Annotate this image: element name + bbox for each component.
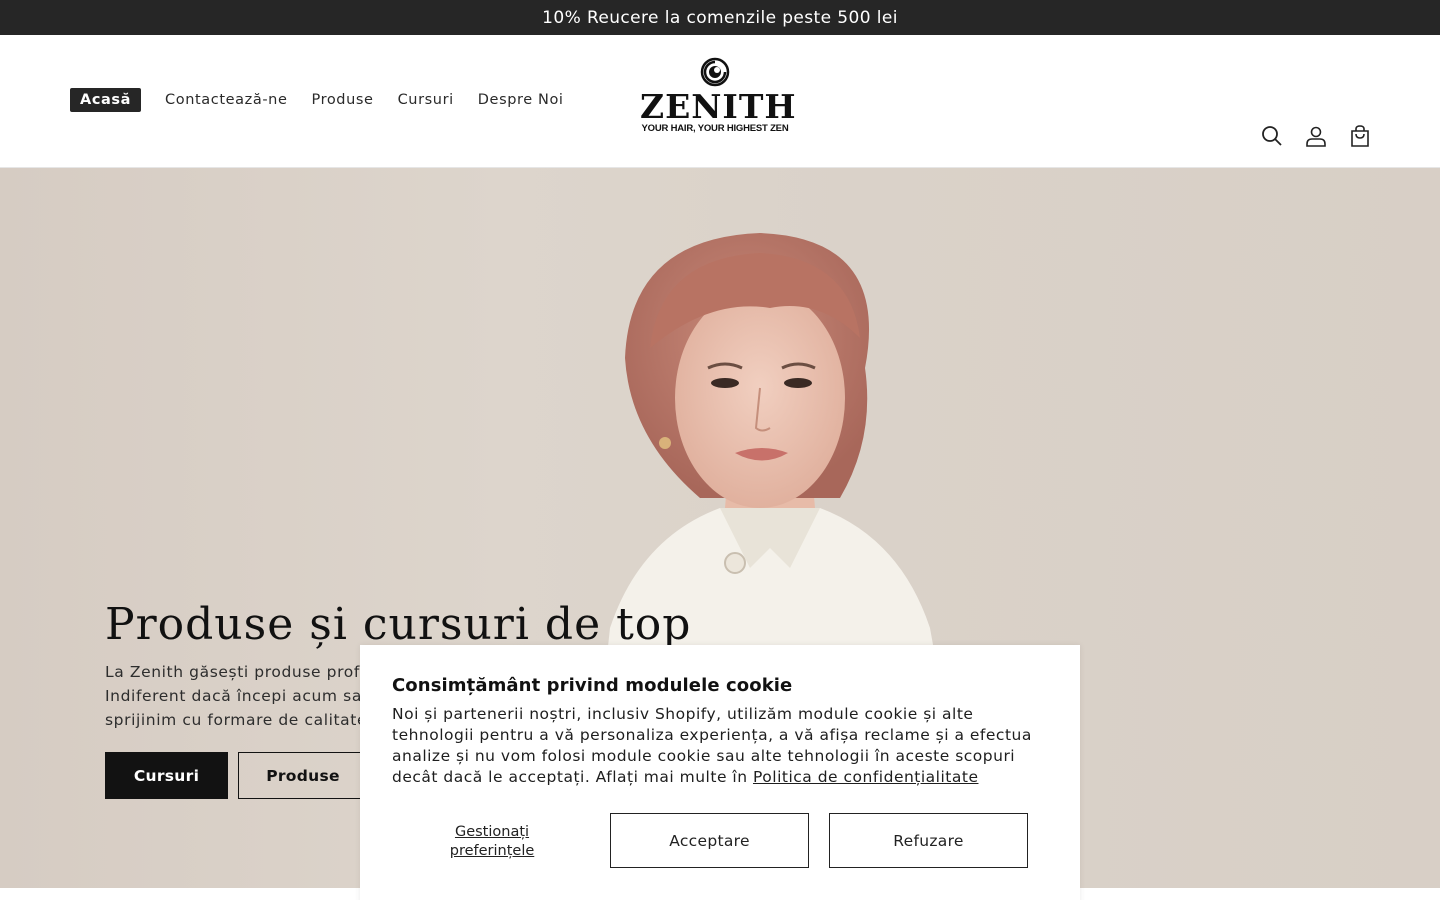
- account-icon[interactable]: [1304, 124, 1328, 148]
- privacy-policy-link[interactable]: Politica de confidențialitate: [753, 768, 979, 786]
- cookie-consent-dialog: Consimțământ privind modulele cookie Noi…: [360, 645, 1080, 900]
- hero-description: La Zenith găsești produse profe Indifere…: [105, 660, 365, 732]
- nav-item-courses[interactable]: Cursuri: [398, 92, 454, 108]
- logo-wordmark: ZENITH: [640, 87, 797, 126]
- site-header: Acasă Contactează-ne Produse Cursuri Des…: [0, 35, 1440, 168]
- hero-line: La Zenith găsești produse profe: [105, 663, 365, 681]
- manage-preferences-link[interactable]: Gestionați preferințele: [432, 823, 552, 861]
- nav-item-about[interactable]: Despre Noi: [478, 92, 564, 108]
- main-nav: Acasă Contactează-ne Produse Cursuri Des…: [70, 88, 588, 112]
- hero-line: Indiferent dacă începi acum sa: [105, 687, 362, 705]
- announcement-bar: 10% Reucere la comenzile peste 500 lei: [0, 0, 1440, 35]
- cookie-title: Consimțământ privind modulele cookie: [392, 675, 793, 696]
- hero-title: Produse și cursuri de top: [105, 599, 692, 650]
- nav-item-contact[interactable]: Contactează-ne: [165, 92, 287, 108]
- announcement-text: 10% Reucere la comenzile peste 500 lei: [542, 7, 898, 28]
- nav-item-home[interactable]: Acasă: [70, 88, 142, 112]
- cart-icon[interactable]: [1348, 124, 1372, 148]
- site-logo[interactable]: ZENITH YOUR HAIR, YOUR HIGHEST ZEN: [640, 57, 797, 157]
- accept-cookies-button[interactable]: Acceptare: [610, 813, 809, 868]
- reject-cookies-button[interactable]: Refuzare: [829, 813, 1028, 868]
- logo-tagline: YOUR HAIR, YOUR HIGHEST ZEN: [641, 123, 789, 134]
- courses-button[interactable]: Cursuri: [105, 752, 228, 799]
- nav-item-products[interactable]: Produse: [312, 92, 374, 108]
- hero-line: sprijinim cu formare de calitate: [105, 711, 365, 729]
- cookie-actions: Gestionați preferințele Acceptare Refuza…: [392, 813, 1028, 868]
- logo-swirl-icon: [700, 57, 730, 87]
- cookie-text: Noi și partenerii noștri, inclusiv Shopi…: [392, 704, 1048, 788]
- products-button[interactable]: Produse: [238, 752, 368, 799]
- search-icon[interactable]: [1260, 124, 1284, 148]
